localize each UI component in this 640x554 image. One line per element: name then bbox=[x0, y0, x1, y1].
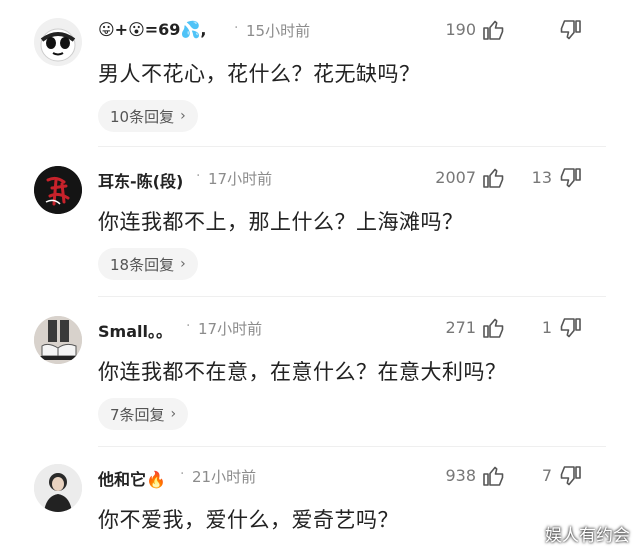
separator-dot: · bbox=[186, 318, 191, 334]
timestamp: 17小时前 bbox=[208, 170, 273, 188]
thumbs-up-icon[interactable] bbox=[482, 166, 506, 190]
replies-label: 10条回复 bbox=[110, 107, 175, 126]
timestamp: 17小时前 bbox=[198, 320, 263, 338]
divider bbox=[98, 296, 606, 297]
separator-dot: · bbox=[234, 20, 239, 36]
avatar-cartoon-face-icon bbox=[34, 18, 82, 66]
thumbs-down-icon[interactable] bbox=[558, 464, 582, 488]
like-count: 271 bbox=[445, 318, 476, 337]
avatar[interactable] bbox=[34, 166, 82, 214]
comment-item: 他和它🔥 · 21小时前 938 7 你不爱我，爱什么，爱奇艺吗？ bbox=[0, 446, 640, 554]
thumbs-down-icon[interactable] bbox=[558, 316, 582, 340]
like-count: 190 bbox=[445, 20, 476, 39]
timestamp: 15小时前 bbox=[246, 22, 311, 40]
comment-text: 你连我都不在意，在意什么？在意大利吗？ bbox=[98, 360, 507, 384]
username[interactable]: 😛+😮=69💦, bbox=[98, 20, 206, 39]
comment-text: 你连我都不上，那上什么？上海滩吗？ bbox=[98, 210, 464, 234]
comment-text: 男人不花心，花什么？花无缺吗？ bbox=[98, 62, 421, 86]
avatar[interactable] bbox=[34, 316, 82, 364]
avatar-photo-icon bbox=[34, 464, 82, 512]
dislike-count: 13 bbox=[531, 168, 552, 187]
comment-item: Small。。 · 17小时前 271 1 你连我都不在意，在意什么？在意大利吗… bbox=[0, 298, 640, 446]
view-replies-button[interactable]: 18条回复 › bbox=[98, 248, 198, 280]
thumbs-up-icon[interactable] bbox=[482, 464, 506, 488]
username[interactable]: Small。。 bbox=[98, 318, 172, 342]
avatar-calligraphy-icon bbox=[34, 166, 82, 214]
replies-label: 18条回复 bbox=[110, 255, 175, 274]
chevron-right-icon: › bbox=[180, 108, 186, 124]
thumbs-down-icon[interactable] bbox=[558, 166, 582, 190]
comment-item: 😛+😮=69💦, · 15小时前 190 男人不花心，花什么？花无缺吗？ 10条… bbox=[0, 0, 640, 148]
avatar[interactable] bbox=[34, 18, 82, 66]
username[interactable]: 他和它🔥 bbox=[98, 466, 166, 490]
like-count: 2007 bbox=[435, 168, 476, 187]
dislike-count: 1 bbox=[541, 318, 552, 337]
comment-item: 耳东-陈(段) · 17小时前 2007 13 你连我都不上，那上什么？上海滩吗… bbox=[0, 148, 640, 296]
replies-label: 7条回复 bbox=[110, 405, 165, 424]
avatar[interactable] bbox=[34, 464, 82, 512]
divider bbox=[98, 146, 606, 147]
dislike-count: 7 bbox=[541, 466, 552, 485]
thumbs-up-icon[interactable] bbox=[482, 316, 506, 340]
thumbs-down-icon[interactable] bbox=[558, 18, 582, 42]
watermark: 娱人有约会 bbox=[545, 526, 630, 546]
chevron-right-icon: › bbox=[170, 406, 177, 422]
username[interactable]: 耳东-陈(段) bbox=[98, 168, 183, 192]
like-count: 938 bbox=[445, 466, 476, 485]
timestamp: 21小时前 bbox=[192, 468, 257, 486]
view-replies-button[interactable]: 7条回复 › bbox=[98, 398, 189, 430]
separator-dot: · bbox=[196, 168, 201, 184]
comment-text: 你不爱我，爱什么，爱奇艺吗？ bbox=[98, 508, 399, 532]
avatar-photo-icon bbox=[34, 316, 82, 364]
view-replies-button[interactable]: 10条回复 › bbox=[98, 100, 198, 132]
thumbs-up-icon[interactable] bbox=[482, 18, 506, 42]
chevron-right-icon: › bbox=[180, 256, 186, 272]
separator-dot: · bbox=[180, 466, 185, 482]
